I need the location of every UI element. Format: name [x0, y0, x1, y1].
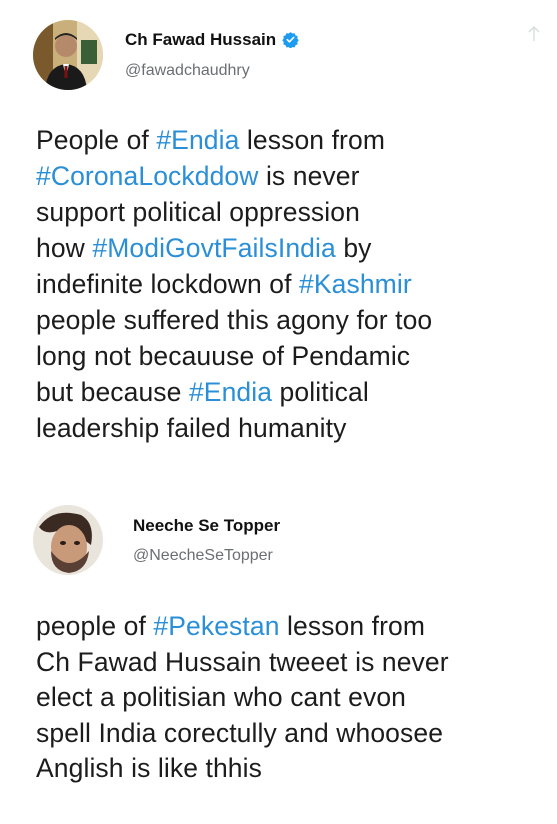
tweet-text: people of #Pekestan lesson from Ch Fawad …: [36, 609, 543, 787]
tweet-text-line: elect a politisian who cant evon: [36, 680, 543, 716]
tweet-text-segment: leadership failed humanity: [36, 413, 347, 443]
tweet-text-segment: support political oppression: [36, 197, 360, 227]
tweet-text-segment: people suffered this agony for too: [36, 305, 433, 335]
share-icon[interactable]: [527, 25, 541, 47]
tweet-text-segment: by: [335, 233, 372, 263]
tweet-text-line: how #ModiGovtFailsIndia by: [36, 230, 543, 266]
tweet-text-line: Anglish is like thhis: [36, 751, 543, 787]
hashtag-link[interactable]: #CoronaLockddow: [36, 161, 258, 191]
avatar[interactable]: [33, 505, 103, 575]
tweet-text-line: Ch Fawad Hussain tweeet is never: [36, 645, 543, 681]
tweet-text: People of #Endia lesson from #CoronaLockd…: [36, 122, 543, 446]
tweet-text-segment: Ch Fawad Hussain tweeet is never: [36, 646, 449, 677]
author-name[interactable]: Neeche Se Topper: [133, 516, 280, 536]
tweet-reply[interactable]: Neeche Se Topper @NeecheSeTopper people …: [0, 500, 557, 824]
hashtag-link[interactable]: #ModiGovtFailsIndia: [92, 233, 335, 263]
tweet-text-segment: is never: [258, 161, 360, 191]
tweet-text-segment: lesson from: [279, 611, 426, 641]
tweet-text-segment: long not becauuse of Pendamic: [36, 341, 411, 371]
verified-badge-icon: [282, 32, 299, 48]
tweet-text-segment: Anglish is like thhis: [36, 753, 262, 783]
tweet-text-line: leadership failed humanity: [36, 410, 543, 446]
tweet-text-segment: spell India corectully and whoosee: [36, 717, 444, 748]
tweet-text-segment: indefinite lockdown of: [36, 269, 300, 299]
tweet-original[interactable]: Ch Fawad Hussain @fawadchaudhry People o…: [0, 0, 557, 500]
tweet-text-segment: elect a politisian who cant evon: [36, 682, 407, 712]
author-name[interactable]: Ch Fawad Hussain: [125, 30, 299, 50]
author-handle[interactable]: @fawadchaudhry: [125, 62, 250, 80]
tweet-text-line: indefinite lockdown of #Kashmir: [36, 266, 543, 302]
tweet-text-segment: but because: [36, 377, 189, 407]
hashtag-link[interactable]: #Endia: [156, 125, 239, 155]
hashtag-link[interactable]: #Endia: [189, 377, 272, 407]
avatar-image: [33, 20, 103, 90]
tweet-text-segment: political: [272, 377, 369, 407]
tweet-text-segment: People of: [36, 125, 157, 155]
tweet-text-line: #CoronaLockddow is never: [36, 158, 543, 194]
tweet-text-line: but because #Endia political: [36, 374, 543, 410]
tweet-text-line: People of #Endia lesson from: [36, 122, 543, 158]
author-handle[interactable]: @NeecheSeTopper: [133, 547, 273, 565]
tweet-text-segment: people of: [36, 611, 154, 641]
tweet-text-line: spell India corectully and whoosee: [36, 716, 543, 752]
avatar-image: [33, 505, 103, 575]
tweet-text-line: people suffered this agony for too: [36, 302, 543, 338]
hashtag-link[interactable]: #Kashmir: [299, 269, 412, 299]
tweet-text-segment: lesson from: [239, 125, 385, 155]
tweet-text-line: people of #Pekestan lesson from: [36, 609, 543, 645]
tweet-text-segment: how: [36, 233, 93, 263]
avatar[interactable]: [33, 20, 103, 90]
hashtag-link[interactable]: #Pekestan: [153, 611, 279, 641]
author-name-text[interactable]: Ch Fawad Hussain: [125, 30, 276, 49]
tweet-text-line: support political oppression: [36, 194, 543, 230]
tweet-text-line: long not becauuse of Pendamic: [36, 338, 543, 374]
